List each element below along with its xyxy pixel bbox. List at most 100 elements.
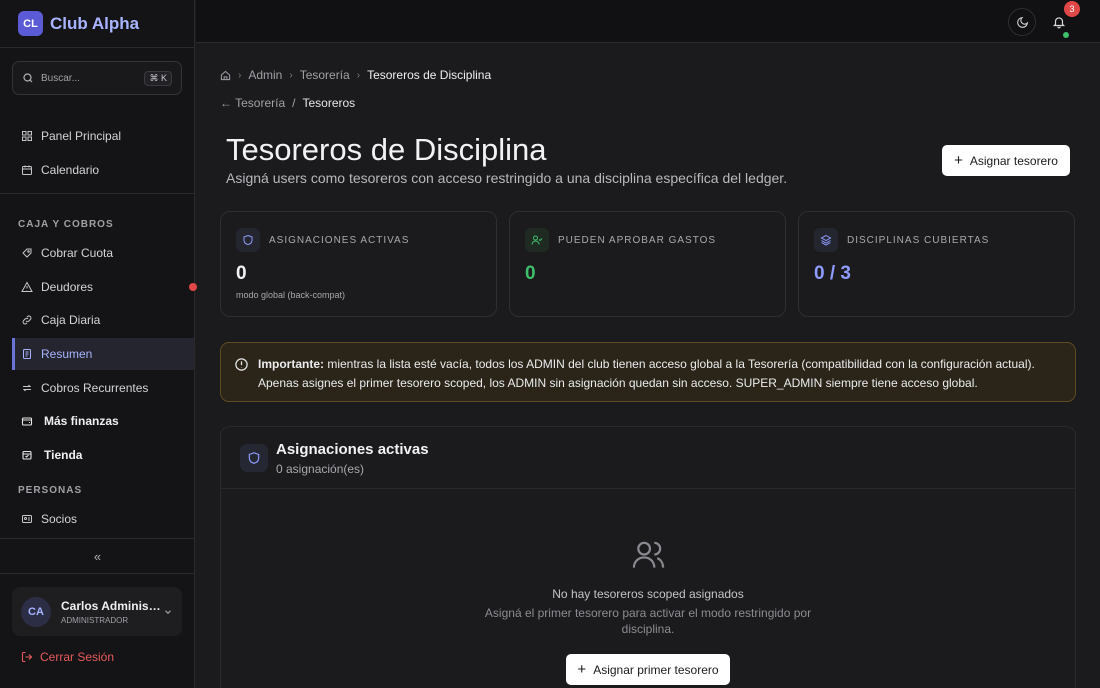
stat-value: 0 / 3 [814, 263, 851, 284]
assign-treasurer-button[interactable]: + Asignar tesorero [942, 145, 1070, 176]
avatar: CA [21, 596, 51, 627]
user-menu[interactable]: CA Carlos Administrador ADMINISTRADOR [12, 587, 182, 636]
sidebar-item-label: Caja Diaria [41, 313, 101, 327]
user-check-icon [525, 228, 549, 252]
sidebar-item-tienda[interactable]: Tienda [12, 439, 194, 471]
sidebar-item-label: Deudores [41, 280, 94, 294]
back-link-tesoreria[interactable]: ← Tesorería [220, 96, 285, 110]
search-placeholder: Buscar... [41, 72, 80, 84]
stat-note: modo global (back-compat) [236, 290, 346, 300]
warning-icon [21, 281, 33, 292]
sidebar-item-label: Panel Principal [41, 129, 122, 143]
sidebar-item-cobros-recurrentes[interactable]: Cobros Recurrentes [12, 372, 194, 404]
section-label-personas: PERSONAS [18, 485, 83, 496]
online-status-dot [1063, 32, 1069, 38]
sidebar-item-resumen[interactable]: Resumen [12, 338, 194, 370]
receipt-icon [22, 248, 32, 258]
shield-icon [240, 444, 268, 472]
sidebar-item-label: Resumen [41, 347, 93, 361]
stat-value: 0 [525, 263, 536, 284]
logout-label: Cerrar Sesión [40, 650, 115, 664]
user-role: ADMINISTRADOR [61, 615, 129, 625]
bell-icon [1052, 17, 1066, 29]
sidebar: CL Club Alpha Buscar... ⌘ K Panel Princi… [0, 0, 197, 688]
search-input[interactable]: Buscar... ⌘ K [12, 61, 182, 95]
breadcrumb-tesoreria[interactable]: Tesorería [300, 68, 350, 82]
shield-icon [236, 228, 260, 252]
wallet-icon [22, 315, 32, 325]
sidebar-item-cobrar-cuota[interactable]: Cobrar Cuota [12, 237, 194, 269]
theme-toggle-button[interactable] [1008, 8, 1036, 36]
stat-card-disciplinas: DISCIPLINAS CUBIERTAS 0 / 3 [798, 211, 1075, 317]
stat-label: ASIGNACIONES ACTIVAS [269, 235, 410, 246]
notifications-button[interactable]: 3 [1045, 1, 1080, 38]
wallet-icon [21, 417, 33, 426]
subcrumb-current: Tesoreros [302, 96, 356, 110]
sidebar-item-deudores[interactable]: Deudores [12, 271, 197, 303]
sidebar-item-panel-principal[interactable]: Panel Principal [12, 120, 194, 152]
brand-name: Club Alpha [50, 13, 140, 33]
sidebar-item-socios[interactable]: Socios [12, 503, 194, 535]
chevron-down-icon [165, 609, 171, 614]
brand[interactable]: CL Club Alpha [0, 0, 194, 48]
page-title: Tesoreros de Disciplina [226, 132, 547, 167]
assign-first-treasurer-button[interactable]: + Asignar primer tesorero [566, 654, 730, 685]
store-icon [22, 450, 32, 460]
repeat-icon [22, 384, 32, 392]
user-name: Carlos Administrador [61, 598, 163, 613]
grid-icon [22, 131, 32, 141]
search-icon [23, 73, 33, 83]
layers-icon [814, 228, 838, 252]
plus-icon: + [577, 661, 587, 678]
search-shortcut: ⌘ K [144, 70, 172, 86]
sidebar-item-label: Más finanzas [44, 414, 119, 428]
stat-value: 0 [236, 263, 247, 284]
breadcrumb-admin[interactable]: Admin [248, 68, 282, 82]
home-icon[interactable] [220, 70, 231, 81]
user-info: Carlos Administrador ADMINISTRADOR [61, 599, 163, 625]
empty-state-description: Asigná el primer tesorero para activar e… [484, 606, 812, 636]
id-card-icon [22, 515, 32, 523]
chevron-right-icon: › [356, 69, 361, 81]
sidebar-item-label: Calendario [41, 163, 100, 177]
logout-button[interactable]: Cerrar Sesión [21, 650, 114, 664]
info-icon [235, 358, 248, 371]
warning-alert: Importante: mientras la lista esté vacía… [220, 342, 1076, 402]
sidebar-divider [0, 193, 195, 194]
chevron-right-icon: › [289, 69, 293, 81]
topbar: 3 [196, 0, 1100, 43]
sidebar-item-calendario[interactable]: Calendario [12, 154, 194, 186]
section-label-caja: CAJA Y COBROS [18, 219, 114, 230]
sidebar-item-caja-diaria[interactable]: Caja Diaria [12, 304, 194, 336]
logout-icon [21, 651, 33, 663]
moon-icon [1016, 16, 1028, 28]
active-assignments-panel: Asignaciones activas 0 asignación(es) No… [220, 426, 1076, 688]
file-icon [23, 349, 31, 359]
alert-line2: Apenas asignes el primer tesorero scoped… [258, 376, 978, 390]
plus-icon: + [954, 152, 963, 169]
sidebar-item-label: Socios [41, 512, 78, 526]
deudores-alert-dot [189, 283, 197, 291]
alert-strong: Importante: [258, 357, 324, 371]
stat-card-aprobar-gastos: PUEDEN APROBAR GASTOS 0 [509, 211, 786, 317]
users-icon [631, 537, 666, 577]
sidebar-collapse-button[interactable]: « [0, 538, 195, 574]
empty-state-title: No hay tesoreros scoped asignados [552, 587, 744, 601]
notifications-badge: 3 [1064, 1, 1080, 17]
app-root: CL Club Alpha Buscar... ⌘ K Panel Princi… [0, 0, 1100, 688]
alert-text: Importante: mientras la lista esté vacía… [258, 355, 1035, 393]
back-nav: ← Tesorería / Tesoreros [220, 96, 355, 110]
stat-label: PUEDEN APROBAR GASTOS [558, 235, 717, 246]
panel-title: Asignaciones activas [276, 441, 429, 458]
breadcrumb: › Admin › Tesorería › Tesoreros de Disci… [220, 68, 491, 82]
chevron-right-icon: › [238, 69, 242, 81]
sidebar-item-label: Cobrar Cuota [41, 246, 114, 260]
page-subtitle: Asigná users como tesoreros con acceso r… [226, 170, 788, 186]
sidebar-item-label: Cobros Recurrentes [41, 381, 149, 395]
sidebar-item-mas-finanzas[interactable]: Más finanzas [12, 405, 194, 437]
subcrumb-separator: / [292, 96, 296, 110]
panel-subtitle: 0 asignación(es) [276, 462, 365, 476]
brand-logo: CL [18, 11, 43, 36]
assign-treasurer-label: Asignar tesorero [969, 153, 1058, 168]
calendar-icon [22, 165, 32, 175]
